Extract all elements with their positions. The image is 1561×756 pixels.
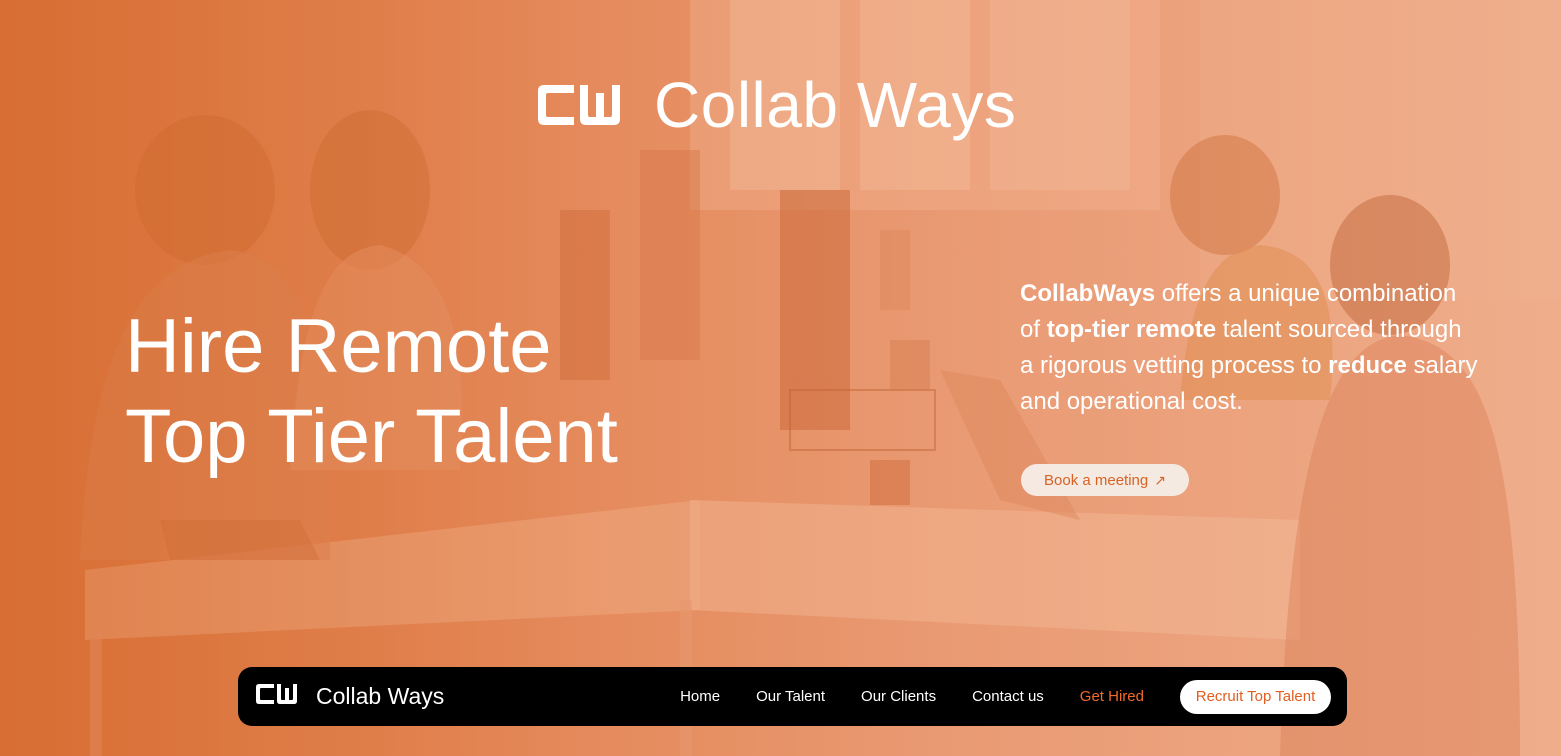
arrow-up-right-icon: ↗ [1154,471,1166,488]
nav-links: Home Our Talent Our Clients Contact us G… [680,679,1331,714]
book-meeting-label: Book a meeting [1044,471,1149,489]
recruit-top-talent-button[interactable]: Recruit Top Talent [1180,679,1331,714]
hero-headline: Hire Remote Top Tier Talent [125,302,745,482]
nav-link-home[interactable]: Home [680,688,720,705]
brand-name: Collab Ways [654,69,1017,141]
nav-brand-name: Collab Ways [316,683,445,709]
nav-link-our-talent[interactable]: Our Talent [756,688,825,705]
bottom-navbar: Collab Ways Home Our Talent Our Clients … [238,667,1347,726]
copy-brand: CollabWays [1020,280,1156,307]
hero-description: CollabWays offers a unique combination o… [1020,276,1480,420]
headline-line-1: Hire Remote [125,304,552,389]
nav-link-get-hired[interactable]: Get Hired [1080,688,1144,705]
nav-brand[interactable]: Collab Ways [254,682,444,711]
cw-logo-icon [534,81,626,129]
nav-link-contact-us[interactable]: Contact us [972,688,1044,705]
copy-highlight: reduce [1328,352,1407,379]
nav-link-our-clients[interactable]: Our Clients [861,688,936,705]
hero-brand: Collab Ways [534,69,1017,141]
headline-line-2: Top Tier Talent [125,394,618,479]
cw-logo-icon [254,682,300,711]
book-meeting-button[interactable]: Book a meeting ↗ [1021,464,1189,496]
copy-highlight: top-tier remote [1046,316,1217,343]
